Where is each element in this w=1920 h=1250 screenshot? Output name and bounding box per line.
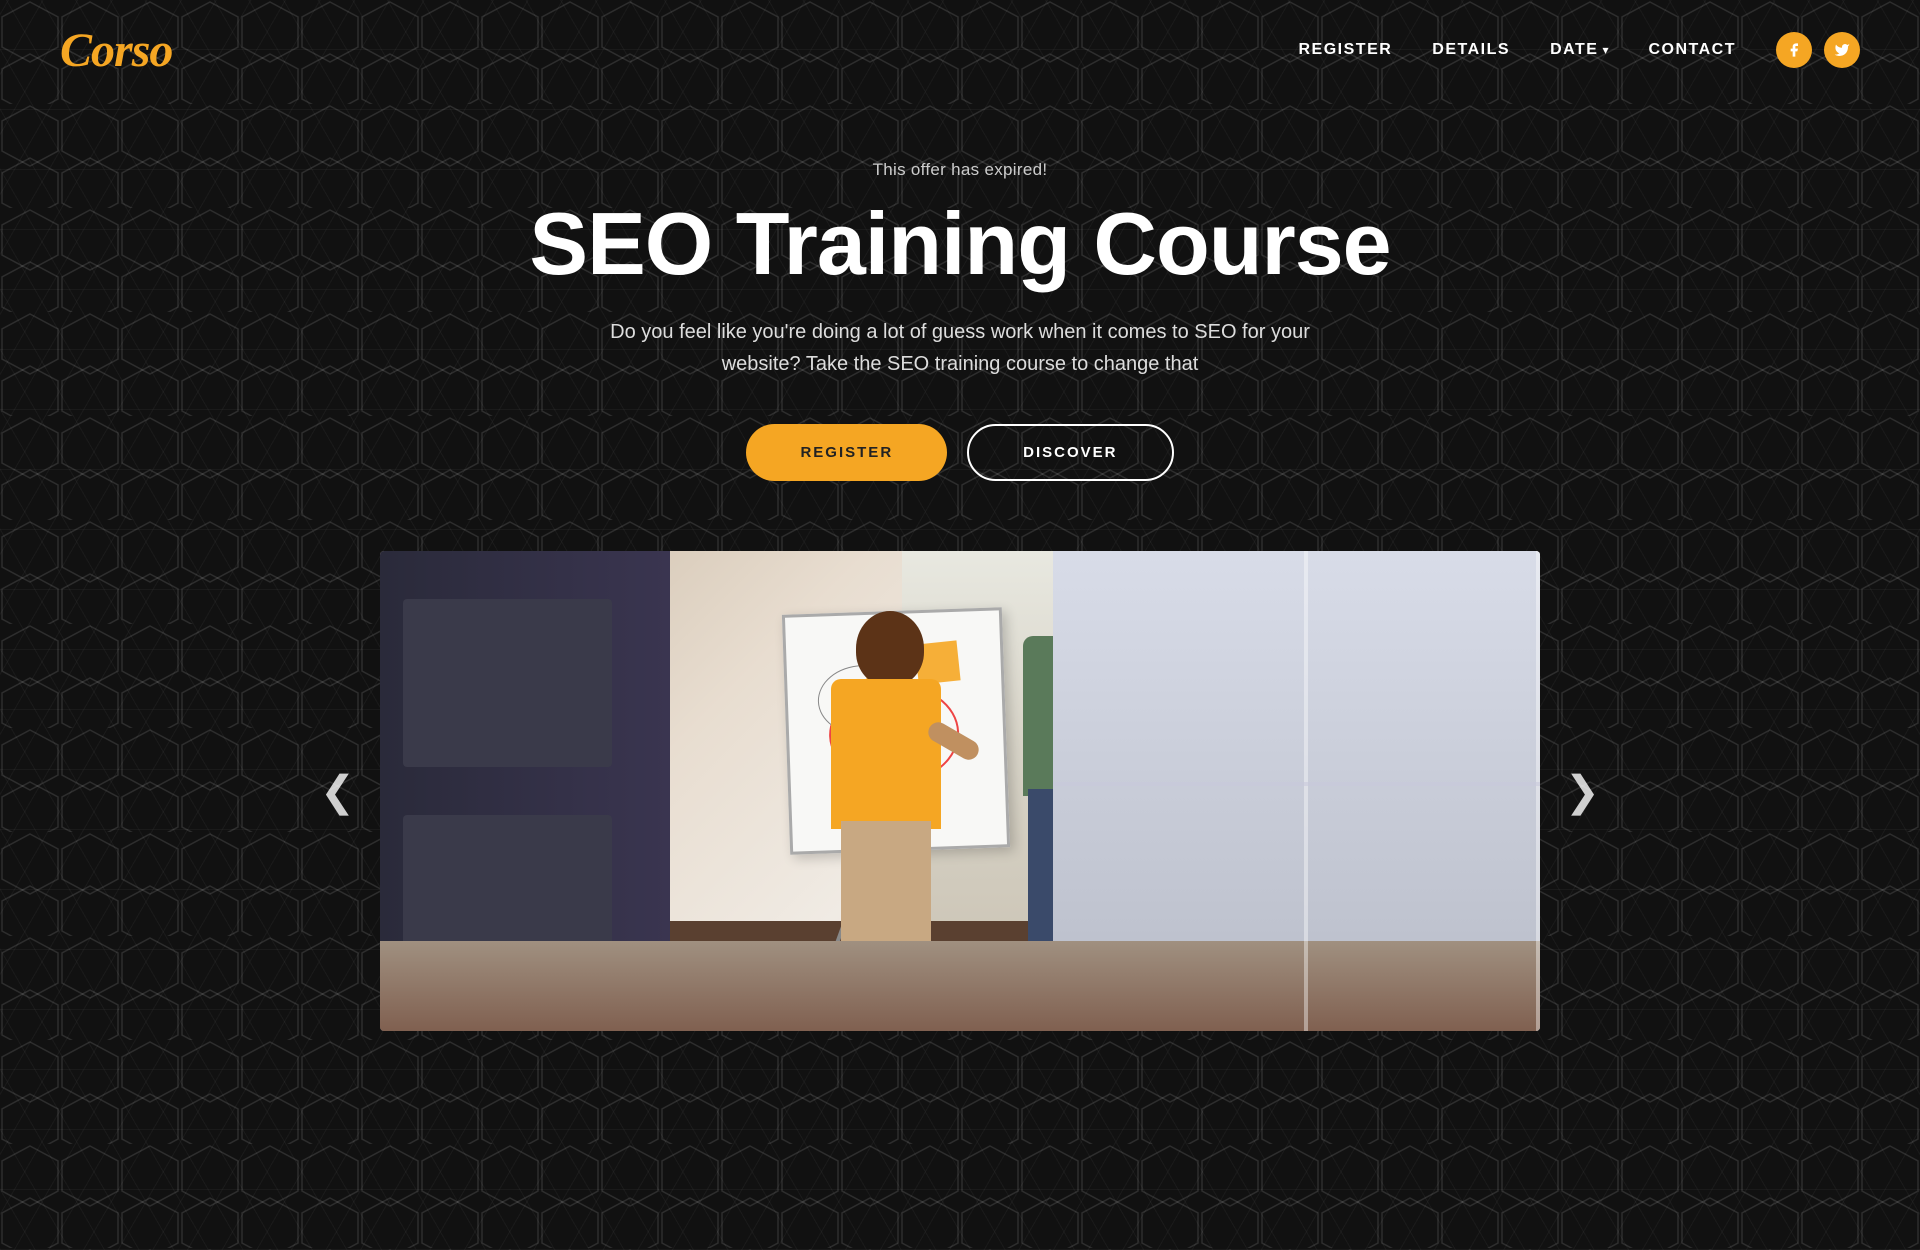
window-midbar <box>1053 782 1540 786</box>
hero-section: This offer has expired! SEO Training Cou… <box>0 100 1920 531</box>
register-button[interactable]: REGISTER <box>746 424 947 481</box>
hero-buttons: REGISTER DISCOVER <box>20 424 1900 481</box>
nav-link-date[interactable]: DATE <box>1550 41 1598 59</box>
nav-right: REGISTER DETAILS DATE ▾ CONTACT <box>1299 32 1861 68</box>
nav-link-details[interactable]: DETAILS <box>1432 41 1510 58</box>
chevron-down-icon: ▾ <box>1602 43 1608 57</box>
hero-title: SEO Training Course <box>20 198 1900 290</box>
wall-panel-2 <box>403 815 612 959</box>
nav-link-contact[interactable]: CONTACT <box>1648 41 1736 58</box>
carousel-next-button[interactable]: ❯ <box>1545 757 1620 826</box>
nav-item-details[interactable]: DETAILS <box>1432 41 1510 59</box>
window-divider <box>1304 551 1308 1031</box>
facebook-icon[interactable] <box>1776 32 1812 68</box>
discover-button[interactable]: DISCOVER <box>967 424 1173 481</box>
brand-logo[interactable]: Corso <box>60 23 172 78</box>
nav-item-register[interactable]: REGISTER <box>1299 41 1393 59</box>
nav-item-contact[interactable]: CONTACT <box>1648 41 1736 59</box>
carousel-prev-button[interactable]: ❮ <box>300 757 375 826</box>
training-room-image <box>380 551 1540 1031</box>
wall-panel <box>403 599 612 767</box>
social-icons-group <box>1776 32 1860 68</box>
nav-item-date[interactable]: DATE ▾ <box>1550 41 1608 59</box>
presenter-woman-head <box>856 611 924 686</box>
presenter-woman-body <box>831 679 941 829</box>
floor <box>380 941 1540 1031</box>
navbar: Corso REGISTER DETAILS DATE ▾ CONTACT <box>0 0 1920 100</box>
carousel-wrapper <box>380 551 1540 1031</box>
carousel-section: ❮ <box>0 551 1920 1031</box>
hero-subtitle: Do you feel like you're doing a lot of g… <box>600 316 1320 380</box>
nav-link-register[interactable]: REGISTER <box>1299 41 1393 58</box>
window-frame <box>1536 551 1540 1031</box>
hero-expiry-text: This offer has expired! <box>20 160 1900 180</box>
twitter-icon[interactable] <box>1824 32 1860 68</box>
nav-links: REGISTER DETAILS DATE ▾ CONTACT <box>1299 41 1737 59</box>
